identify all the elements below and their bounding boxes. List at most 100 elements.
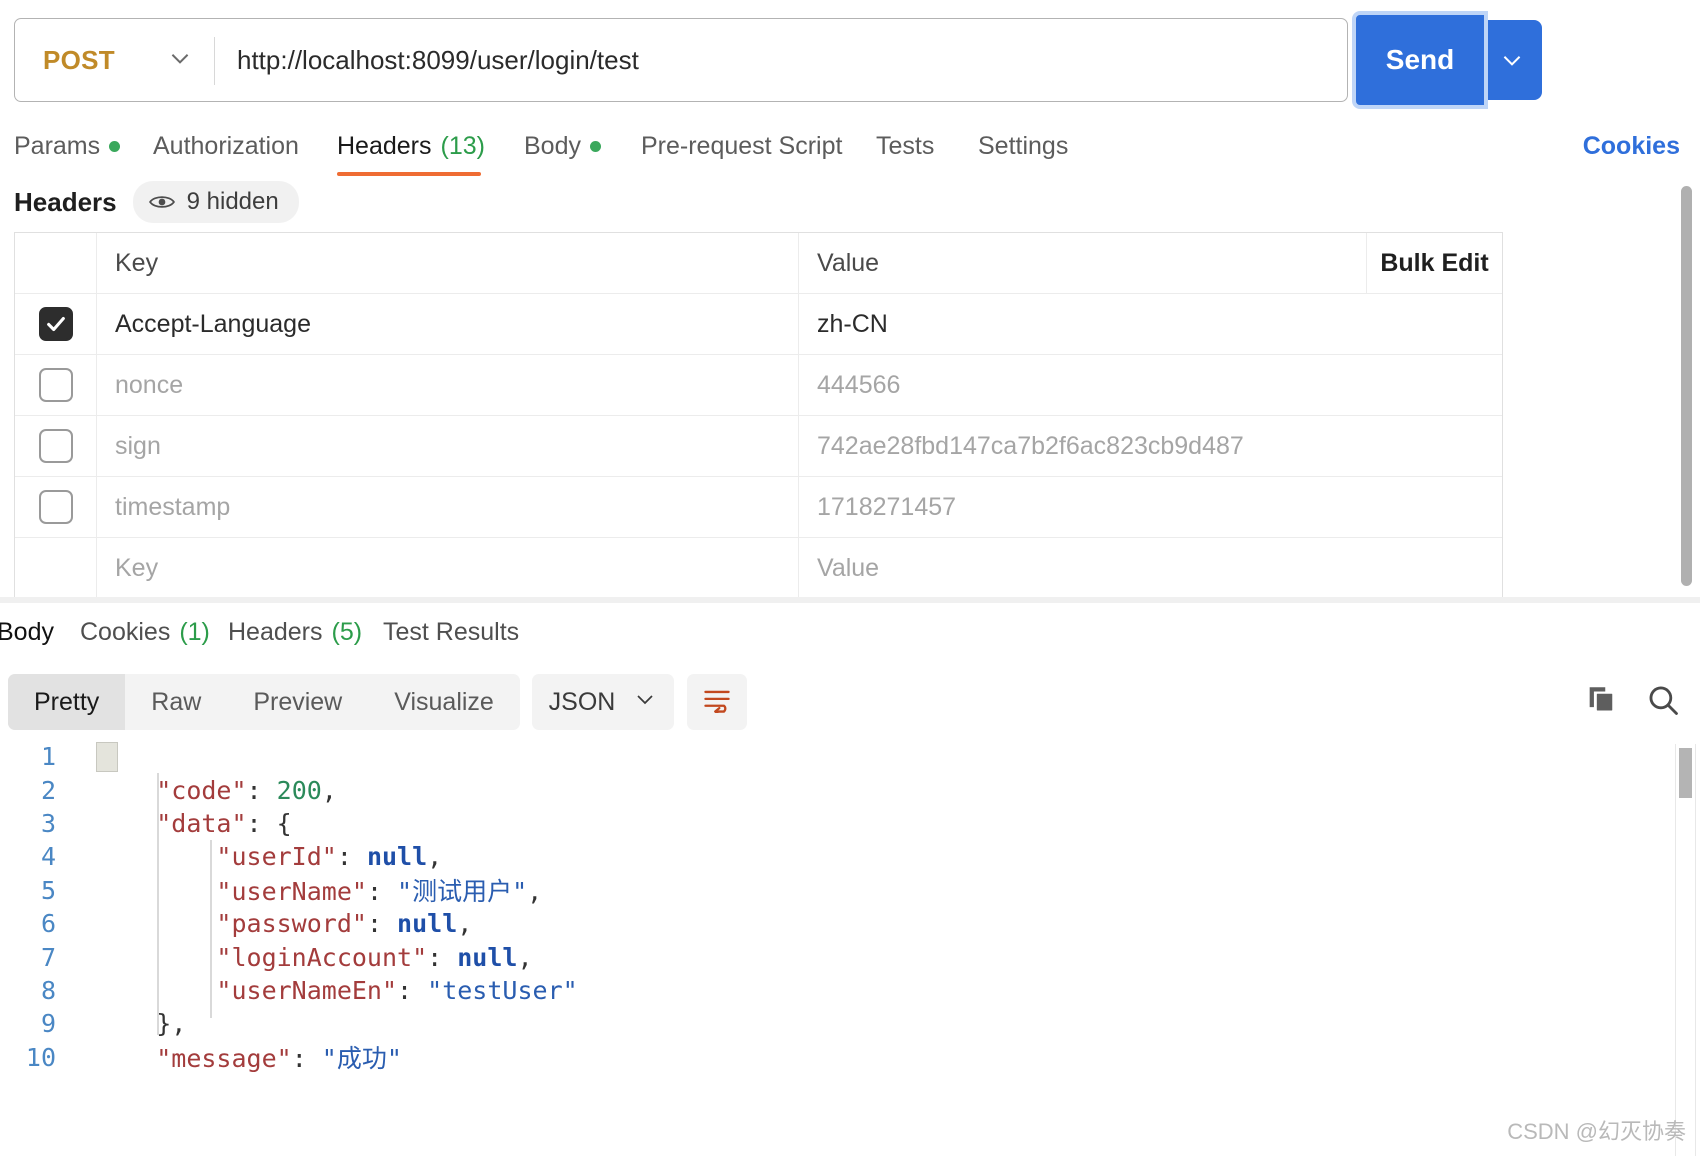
tab-label: Body bbox=[0, 617, 54, 646]
code-scrollbar-track[interactable] bbox=[1675, 744, 1696, 1156]
code-token: : bbox=[366, 877, 398, 907]
tab-label: Headers bbox=[228, 617, 323, 646]
hidden-headers-label: 9 hidden bbox=[186, 188, 279, 215]
table-row[interactable]: sign 742ae28fbd147ca7b2f6ac823cb9d487 bbox=[15, 416, 1502, 477]
header-value[interactable]: zh-CN bbox=[799, 294, 1502, 354]
line-number: 8 bbox=[40, 975, 56, 1005]
checkbox-checked-icon[interactable] bbox=[38, 307, 73, 341]
view-mode-raw[interactable]: Raw bbox=[125, 674, 227, 730]
table-row-empty[interactable]: Key Value bbox=[15, 538, 1502, 599]
http-method-select[interactable]: POST bbox=[15, 19, 215, 101]
header-value[interactable]: 742ae28fbd147ca7b2f6ac823cb9d487 bbox=[799, 416, 1502, 476]
view-mode-preview[interactable]: Preview bbox=[227, 674, 368, 730]
tab-tests[interactable]: Tests bbox=[876, 118, 934, 174]
row-checkbox-cell[interactable] bbox=[15, 477, 97, 537]
table-row[interactable]: timestamp 1718271457 bbox=[15, 477, 1502, 538]
code-token: "userId" bbox=[216, 842, 337, 872]
code-token: }, bbox=[156, 1009, 187, 1039]
line-number: 10 bbox=[25, 1042, 56, 1072]
header-key[interactable]: timestamp bbox=[97, 477, 799, 537]
checkbox-unchecked-icon[interactable] bbox=[38, 429, 73, 463]
code-fold-marker[interactable] bbox=[96, 742, 118, 772]
request-pane-scrollbar[interactable] bbox=[1681, 186, 1692, 586]
table-row[interactable]: nonce 444566 bbox=[15, 355, 1502, 416]
tab-label: Test Results bbox=[383, 617, 520, 646]
checkbox-unchecked-icon[interactable] bbox=[38, 368, 73, 402]
checkbox-unchecked-icon[interactable] bbox=[38, 490, 73, 524]
format-select[interactable]: JSON bbox=[532, 674, 674, 730]
header-value[interactable]: 1718271457 bbox=[799, 477, 1502, 537]
watermark: CSDN @幻灭协奏 bbox=[1507, 1119, 1686, 1144]
code-token: : bbox=[336, 842, 367, 872]
response-tabs: Body Cookies (1) Headers (5) Test Result… bbox=[0, 603, 1700, 661]
wrap-lines-button[interactable] bbox=[687, 674, 747, 730]
line-number: 2 bbox=[40, 775, 56, 805]
line-number: 5 bbox=[40, 875, 56, 905]
indent-guide bbox=[157, 773, 159, 1035]
tab-label: Tests bbox=[876, 131, 935, 160]
tab-settings[interactable]: Settings bbox=[978, 118, 1068, 174]
response-tab-test-results[interactable]: Test Results bbox=[383, 603, 519, 661]
url-input[interactable]: http://localhost:8099/user/login/test bbox=[215, 45, 1347, 76]
search-icon[interactable] bbox=[1646, 683, 1680, 722]
new-header-value-input[interactable]: Value bbox=[799, 538, 1502, 599]
wrap-lines-icon bbox=[702, 687, 732, 718]
table-header-row: Key Value Bulk Edit bbox=[15, 233, 1502, 294]
copy-icon[interactable] bbox=[1584, 683, 1618, 722]
send-button[interactable]: Send bbox=[1352, 11, 1488, 109]
code-token: , bbox=[517, 942, 533, 972]
code-text: "userNameEn": "testUser" bbox=[72, 976, 577, 1005]
headers-title: Headers bbox=[14, 186, 117, 217]
code-token: "code" bbox=[156, 775, 247, 805]
table-row[interactable]: Accept-Language zh-CN bbox=[15, 294, 1502, 355]
response-tab-body[interactable]: Body bbox=[0, 603, 54, 661]
code-line: 7 "loginAccount": null, bbox=[0, 940, 1700, 973]
code-token: null bbox=[366, 842, 428, 872]
header-key[interactable]: sign bbox=[97, 416, 799, 476]
code-token: "测试用户" bbox=[397, 877, 528, 907]
code-token: 200 bbox=[276, 775, 322, 805]
headers-section-heading: Headers 9 hidden bbox=[14, 181, 299, 223]
row-checkbox-cell bbox=[15, 538, 97, 599]
url-input-group[interactable]: POST http://localhost:8099/user/login/te… bbox=[14, 18, 1348, 102]
response-body-code[interactable]: 1{2 "code": 200,3 "data": {4 "userId": n… bbox=[0, 740, 1700, 1156]
code-token: null bbox=[397, 909, 458, 939]
view-mode-visualize[interactable]: Visualize bbox=[368, 674, 520, 730]
cookies-link[interactable]: Cookies bbox=[1583, 118, 1680, 174]
tab-count: (5) bbox=[331, 617, 363, 646]
new-header-key-input[interactable]: Key bbox=[97, 538, 799, 599]
bulk-edit-button[interactable]: Bulk Edit bbox=[1366, 233, 1502, 293]
tab-pre-request-script[interactable]: Pre-request Script bbox=[641, 118, 842, 174]
response-tab-cookies[interactable]: Cookies (1) bbox=[80, 603, 210, 661]
code-token: null bbox=[457, 942, 518, 972]
tab-body[interactable]: Body bbox=[524, 118, 601, 174]
code-token: , bbox=[321, 775, 337, 805]
code-token: "成功" bbox=[321, 1044, 402, 1074]
code-text: "userId": null, bbox=[72, 842, 442, 871]
code-text: "password": null, bbox=[72, 909, 472, 938]
select-all-cell[interactable] bbox=[15, 233, 97, 293]
row-checkbox-cell[interactable] bbox=[15, 355, 97, 415]
tab-headers[interactable]: Headers (13) bbox=[337, 118, 485, 174]
url-bar-row: POST http://localhost:8099/user/login/te… bbox=[0, 0, 1700, 118]
response-tab-headers[interactable]: Headers (5) bbox=[228, 603, 362, 661]
request-tabs: Params Authorization Headers (13) Body P… bbox=[0, 118, 1700, 176]
header-key[interactable]: Accept-Language bbox=[97, 294, 799, 354]
hidden-headers-toggle[interactable]: 9 hidden bbox=[132, 181, 299, 223]
code-line: 2 "code": 200, bbox=[0, 773, 1700, 806]
code-scrollbar-thumb[interactable] bbox=[1679, 748, 1692, 798]
code-token: "message" bbox=[156, 1044, 292, 1074]
header-value[interactable]: 444566 bbox=[799, 355, 1502, 415]
view-mode-pretty[interactable]: Pretty bbox=[8, 674, 126, 730]
code-token: : bbox=[291, 1044, 322, 1074]
tab-params[interactable]: Params bbox=[14, 118, 121, 174]
unsaved-dot-icon bbox=[589, 140, 601, 152]
code-token: { bbox=[276, 808, 292, 838]
header-key[interactable]: nonce bbox=[97, 355, 799, 415]
row-checkbox-cell[interactable] bbox=[15, 294, 97, 354]
tab-label: Params bbox=[14, 131, 101, 160]
row-checkbox-cell[interactable] bbox=[15, 416, 97, 476]
eye-icon bbox=[148, 193, 175, 211]
send-options-button[interactable] bbox=[1482, 20, 1542, 100]
tab-authorization[interactable]: Authorization bbox=[153, 118, 299, 174]
